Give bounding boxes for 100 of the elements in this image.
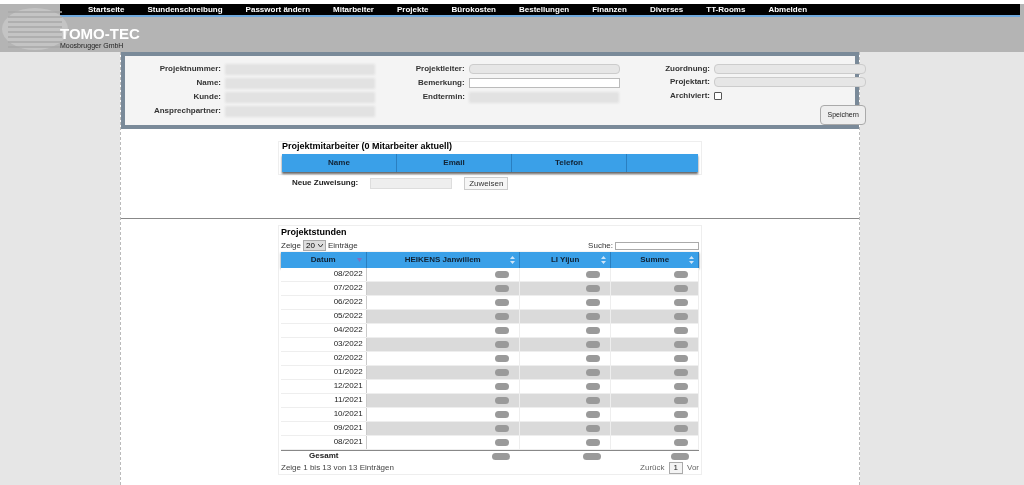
table-cell: 11/2021 (334, 394, 363, 406)
company-name: TOMO-TEC (60, 26, 140, 41)
field-label: Zuordnung: (664, 62, 710, 75)
table-cell: 09/2021 (333, 422, 363, 434)
assign-button[interactable]: Zuweisen (464, 176, 509, 190)
section-title: Projektmitarbeiter (0 Mitarbeiter aktuell) (282, 140, 454, 153)
assign-label: Neue Zuweisung: (292, 177, 359, 189)
blurred-value (674, 424, 688, 432)
table-cell: 01/2022 (333, 366, 363, 378)
nav-link[interactable]: Bürokosten (451, 3, 496, 16)
column-header: Email (443, 156, 465, 169)
select-field[interactable] (468, 64, 620, 74)
blurred-value (494, 312, 509, 320)
blurred-value (494, 340, 509, 348)
blurred-value (674, 382, 688, 390)
blurred-value (674, 270, 688, 278)
blurred-value (674, 410, 688, 418)
nav-link[interactable]: Startseite (88, 3, 125, 16)
blurred-value (674, 438, 688, 446)
nav-link[interactable]: TT-Rooms (706, 3, 746, 16)
blurred-value (586, 340, 601, 348)
field-label: Endtermin: (421, 91, 465, 103)
table-cell: 06/2022 (333, 296, 363, 308)
table-cell: 12/2021 (333, 380, 363, 392)
blurred-value (494, 298, 509, 306)
blurred-value (494, 368, 509, 376)
nav-link[interactable]: Projekte (396, 3, 429, 16)
table-cell: 10/2021 (333, 408, 363, 420)
field-label: Projektnummer: (158, 63, 221, 75)
blurred-value (586, 410, 601, 418)
column-header[interactable]: LI Yijun (550, 253, 580, 266)
blurred-value (674, 284, 688, 292)
blurred-value (586, 368, 601, 376)
checkbox[interactable] (714, 91, 722, 100)
blurred-value (586, 382, 601, 390)
table-cell: 08/2022 (333, 268, 363, 280)
select-field[interactable] (714, 77, 866, 88)
column-header[interactable]: HEIKENS Janwillem (404, 253, 481, 266)
next-link[interactable]: Vor (687, 461, 699, 474)
blurred-value (494, 410, 509, 418)
table-cell: 02/2022 (333, 352, 363, 364)
blurred-value (491, 452, 510, 460)
nav-link[interactable]: Bestellungen (519, 3, 570, 16)
blurred-value (586, 424, 601, 432)
field-label: Kunde: (192, 91, 221, 103)
blurred-value (586, 312, 601, 320)
blurred-value (586, 270, 601, 278)
page-size-select[interactable]: 20 (303, 240, 326, 251)
blurred-value (494, 270, 509, 278)
blurred-value (586, 284, 601, 292)
select-field[interactable] (370, 177, 453, 189)
field-label: Projektleiter: (414, 63, 465, 75)
table-cell: 05/2022 (333, 310, 363, 322)
blurred-value (494, 438, 509, 446)
blurred-value (674, 298, 688, 306)
select-field[interactable] (714, 63, 866, 74)
table-cell: 03/2022 (333, 338, 363, 350)
blurred-value (586, 326, 601, 334)
blurred-value (586, 396, 601, 404)
table-info: Zeige 1 bis 13 von 13 Einträgen (281, 461, 394, 474)
nav-link[interactable]: Finanzen (592, 3, 627, 16)
field-label: Archiviert: (669, 89, 710, 102)
table-cell: 07/2022 (333, 282, 363, 294)
show-label: Zeige (281, 239, 301, 252)
nav-link[interactable]: Abmelden (768, 3, 808, 16)
field-label: Name: (195, 77, 221, 89)
blurred-value (586, 438, 601, 446)
blurred-value (674, 312, 688, 320)
section-title: Projektstunden (281, 226, 348, 239)
column-header[interactable]: Datum (310, 253, 336, 266)
column-header[interactable]: Summe (640, 253, 670, 266)
nav-link[interactable]: Diverses (649, 3, 684, 16)
table-cell: 04/2022 (333, 324, 363, 336)
blurred-value (671, 452, 689, 460)
blurred-value (674, 396, 688, 404)
blurred-value (586, 298, 601, 306)
entries-label: Einträge (327, 239, 358, 252)
table-cell: 08/2021 (333, 436, 363, 448)
blurred-value (674, 340, 688, 348)
nav-link[interactable]: Stundenschreibung (147, 3, 223, 16)
caret-icon (317, 244, 323, 247)
input-field[interactable] (468, 78, 620, 88)
search-field[interactable] (615, 241, 699, 250)
blurred-value (494, 382, 509, 390)
blurred-value (583, 452, 602, 460)
blurred-value (494, 326, 509, 334)
total-label: Gesamt (309, 450, 339, 462)
field-label: Ansprechpartner: (152, 105, 221, 117)
blurred-value (494, 354, 509, 362)
column-header: Name (328, 156, 350, 169)
previous-link[interactable]: Zurück (640, 461, 665, 474)
nav-link[interactable]: Passwort ändern (245, 3, 311, 16)
blurred-value (494, 396, 509, 404)
blurred-value (494, 284, 509, 292)
nav-link[interactable]: Mitarbeiter (333, 3, 374, 16)
page-button[interactable]: 1 (668, 461, 683, 474)
search-label: Suche: (588, 239, 613, 252)
blurred-value (674, 354, 688, 362)
column-header: Telefon (555, 156, 583, 169)
blurred-value (674, 326, 688, 334)
